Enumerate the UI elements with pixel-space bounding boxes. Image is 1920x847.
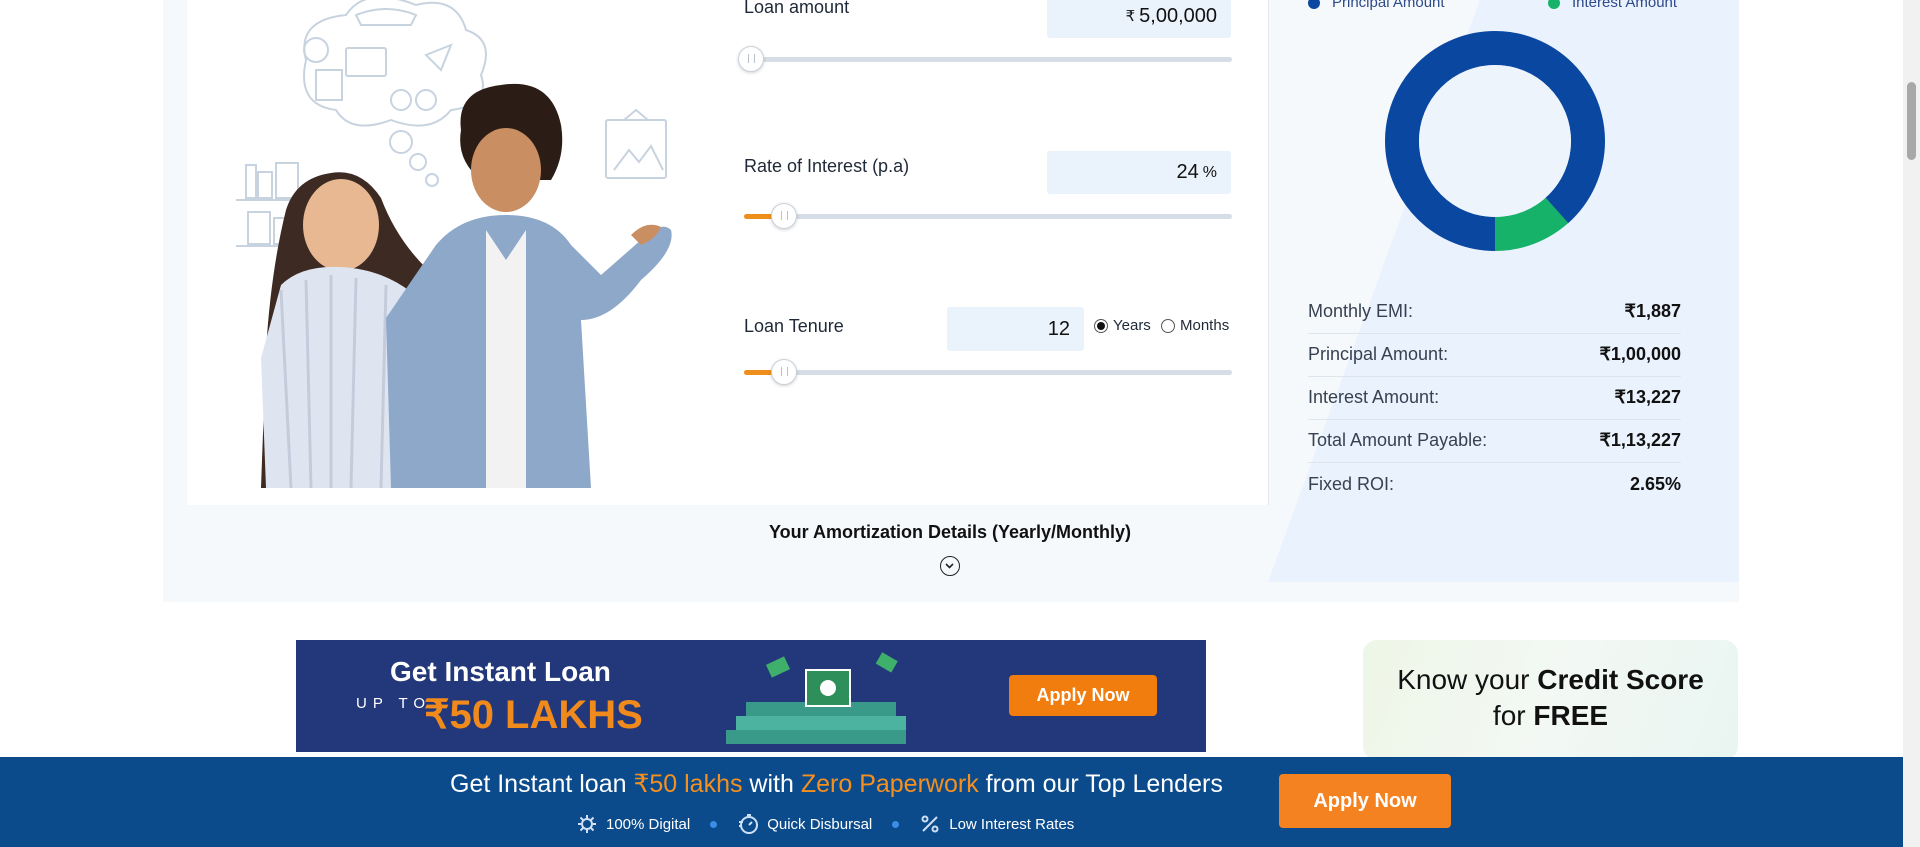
sticky-footer-bar: Get Instant loan ₹50 lakhs with Zero Pap…: [0, 757, 1903, 847]
stat-value: 2.65%: [1629, 474, 1681, 494]
credit-line-2: for FREE: [1363, 700, 1738, 732]
feature-label: 100% Digital: [606, 815, 691, 833]
feature-disbursal: Quick Disbursal: [737, 813, 872, 835]
legend-principal: Principal Amount: [1308, 0, 1445, 11]
years-radio[interactable]: [1094, 318, 1108, 333]
stat-value: ₹1,13,227: [1599, 430, 1681, 450]
loan-amount-label: Loan amount: [744, 0, 850, 17]
stat-label: Monthly EMI:: [1308, 301, 1414, 321]
couple-illustration: [236, 0, 672, 488]
feature-low-rates: Low Interest Rates: [919, 813, 1074, 835]
headline-highlight: Zero Paperwork: [800, 770, 979, 798]
cash-stack-icon: [726, 652, 906, 744]
divider: [1268, 0, 1269, 505]
months-label: Months: [1180, 317, 1230, 334]
stat-interest: Interest Amount: ₹13,227: [1308, 376, 1681, 420]
loan-amount-slider[interactable]: [744, 57, 1232, 62]
years-label: Years: [1113, 317, 1151, 334]
credit-line1-bold: Credit Score: [1537, 664, 1704, 695]
feature-label: Low Interest Rates: [949, 815, 1075, 833]
amortization-toggle-title[interactable]: Your Amortization Details (Yearly/Monthl…: [700, 522, 1200, 543]
credit-line2-prefix: for: [1492, 700, 1534, 731]
chevron-down-icon[interactable]: [940, 556, 960, 576]
separator-dot: [710, 820, 718, 828]
tenure-value: 12: [1047, 317, 1070, 340]
footer-headline: Get Instant loan ₹50 lakhs with Zero Pap…: [450, 769, 1223, 799]
headline-part: with: [742, 770, 801, 798]
feature-digital: 100% Digital: [576, 813, 690, 835]
legend-interest: Interest Amount: [1548, 0, 1677, 11]
digital-icon: [578, 815, 596, 833]
loan-amount-slider-handle[interactable]: [738, 46, 764, 72]
currency-symbol: ₹: [1125, 8, 1136, 25]
banner-title: Get Instant Loan: [390, 656, 611, 687]
headline-part: from our Top Lenders: [978, 770, 1223, 798]
feature-label: Quick Disbursal: [767, 815, 873, 833]
tenure-years-option[interactable]: Years: [1094, 317, 1151, 334]
instant-loan-banner[interactable]: Get Instant Loan UP TO ₹50 LAKHS Apply N…: [296, 640, 1206, 752]
principal-legend-label: Principal Amount: [1332, 0, 1445, 11]
stat-label: Interest Amount:: [1308, 387, 1440, 407]
credit-line2-bold: FREE: [1533, 700, 1609, 731]
tenure-input[interactable]: 12: [947, 307, 1084, 351]
rate-input[interactable]: 24 %: [1047, 151, 1231, 194]
rate-unit: %: [1202, 163, 1217, 181]
headline-part: Get Instant loan: [450, 770, 634, 798]
stat-principal: Principal Amount: ₹1,00,000: [1308, 333, 1681, 377]
tenure-label: Loan Tenure: [744, 316, 844, 336]
loan-amount-value: 5,00,000: [1139, 4, 1217, 27]
rate-label: Rate of Interest (p.a): [744, 156, 910, 176]
stat-fixed-roi: Fixed ROI: 2.65%: [1308, 463, 1681, 506]
scrollbar-thumb[interactable]: [1907, 82, 1916, 160]
separator-dot: [892, 820, 900, 828]
stat-label: Fixed ROI:: [1308, 474, 1395, 494]
banner-apply-button[interactable]: Apply Now: [1009, 675, 1157, 716]
credit-score-card[interactable]: Know your Credit Score for FREE: [1363, 640, 1738, 760]
stat-label: Principal Amount:: [1308, 344, 1449, 364]
stat-total: Total Amount Payable: ₹1,13,227: [1308, 419, 1681, 463]
emi-donut-chart: [1385, 31, 1605, 251]
percent-icon: [921, 815, 939, 833]
footer-apply-button[interactable]: Apply Now: [1279, 774, 1451, 828]
stat-value: ₹1,00,000: [1599, 344, 1681, 364]
credit-line-1: Know your Credit Score: [1363, 664, 1738, 696]
page-scrollbar[interactable]: [1903, 0, 1920, 847]
tenure-months-option[interactable]: Months: [1161, 317, 1229, 334]
banner-amount: ₹50 LAKHS: [424, 693, 643, 737]
interest-legend-dot: [1548, 0, 1560, 9]
stat-monthly-emi: Monthly EMI: ₹1,887: [1308, 290, 1681, 334]
headline-highlight: ₹50 lakhs: [633, 770, 743, 798]
tenure-slider[interactable]: [744, 370, 1232, 375]
stat-value: ₹1,887: [1624, 301, 1682, 321]
rate-slider[interactable]: [744, 214, 1232, 219]
rate-slider-handle[interactable]: [771, 203, 797, 229]
donut-hole: [1419, 65, 1571, 217]
principal-legend-dot: [1308, 0, 1320, 9]
interest-legend-label: Interest Amount: [1572, 0, 1678, 11]
footer-features: 100% Digital Quick Disbursal Low Interes…: [576, 813, 1074, 835]
loan-amount-input[interactable]: ₹ 5,00,000: [1047, 0, 1231, 38]
banner-upto: UP TO: [356, 695, 432, 712]
stat-label: Total Amount Payable:: [1308, 430, 1488, 450]
credit-line1-prefix: Know your: [1397, 664, 1538, 695]
stat-value: ₹13,227: [1614, 387, 1681, 407]
stopwatch-icon: [739, 814, 759, 834]
rate-value: 24: [1176, 161, 1199, 183]
tenure-slider-handle[interactable]: [771, 359, 797, 385]
months-radio[interactable]: [1161, 318, 1175, 333]
